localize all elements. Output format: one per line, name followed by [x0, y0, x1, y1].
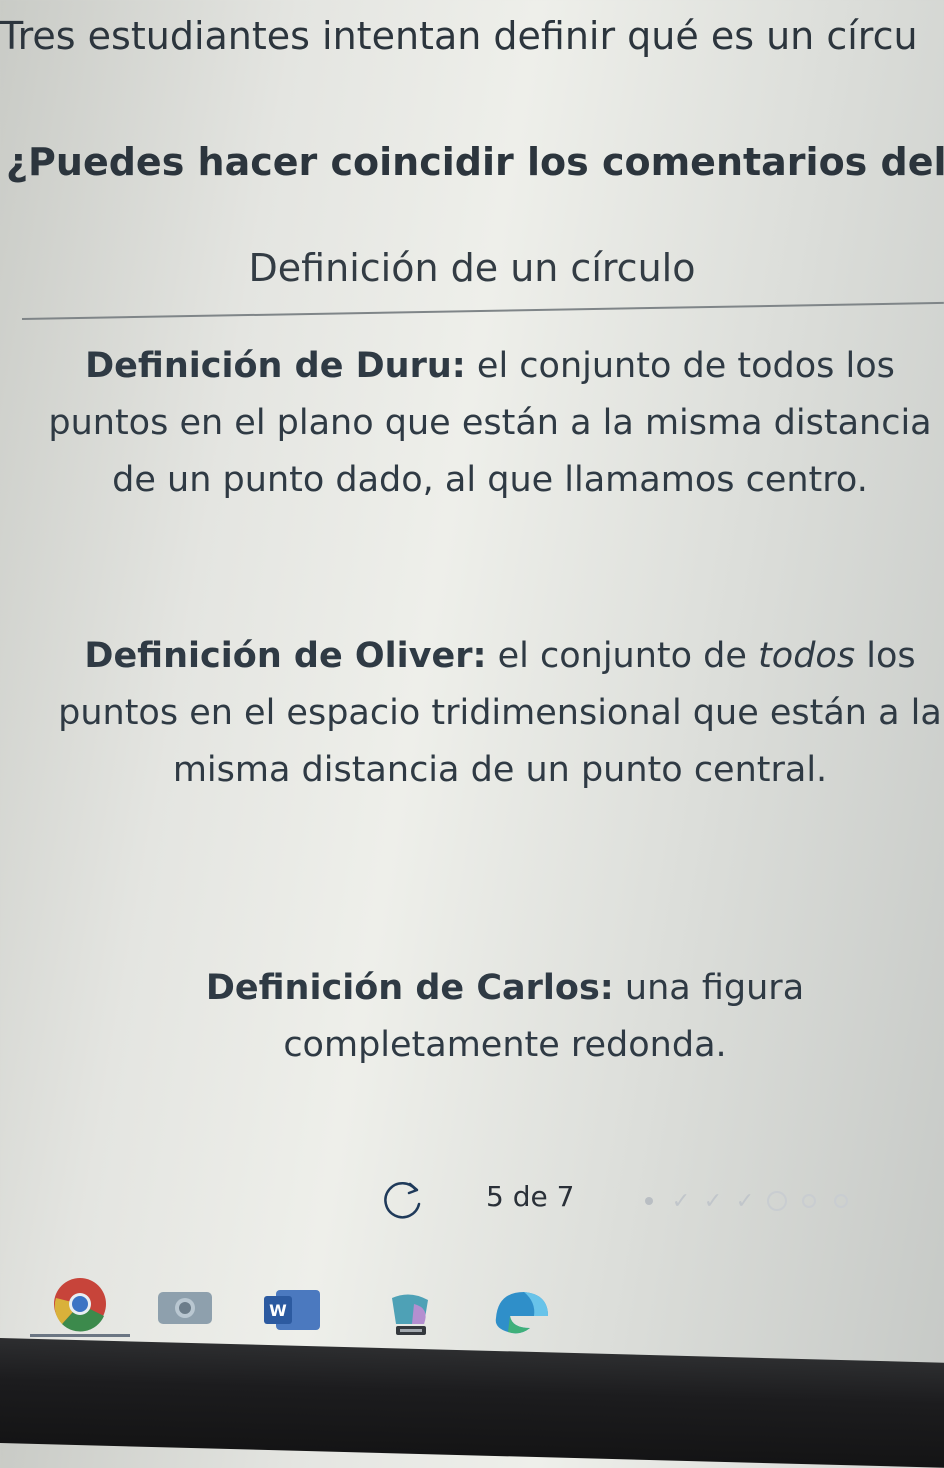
question-title: Tres estudiantes intentan definir qué es…	[0, 14, 918, 58]
section-heading: Definición de un círculo	[248, 246, 696, 290]
definition-card-carlos[interactable]: Definición de Carlos: una figura complet…	[130, 960, 880, 1074]
progress-dot-1[interactable]	[636, 1188, 662, 1214]
taskbar-background	[0, 1338, 944, 1468]
definition-text-emphasis: todos	[758, 636, 856, 676]
page-counter: 5 de 7	[486, 1180, 575, 1213]
taskbar: W	[0, 1260, 944, 1468]
pager: 5 de 7 ✓ ✓ ✓	[380, 1172, 900, 1232]
definition-author: Definición de Oliver:	[84, 636, 487, 676]
app-icon[interactable]	[384, 1290, 436, 1342]
progress-check-3[interactable]: ✓	[700, 1188, 726, 1214]
definition-text-start: el conjunto de	[497, 636, 747, 676]
definition-card-oliver[interactable]: Definición de Oliver: el conjunto de tod…	[50, 628, 944, 799]
active-app-indicator	[30, 1334, 130, 1337]
definition-card-duru[interactable]: Definición de Duru: el conjunto de todos…	[40, 338, 940, 509]
definition-author: Definición de Duru:	[85, 346, 466, 386]
edge-icon[interactable]	[490, 1288, 552, 1336]
definition-author: Definición de Carlos:	[205, 968, 614, 1008]
progress-current-5[interactable]	[764, 1188, 790, 1214]
reset-icon[interactable]	[380, 1178, 426, 1224]
progress-check-4[interactable]: ✓	[732, 1188, 758, 1214]
progress-indicator: ✓ ✓ ✓	[636, 1188, 854, 1214]
progress-dot-6[interactable]	[796, 1188, 822, 1214]
word-icon[interactable]: W	[262, 1286, 322, 1334]
progress-dot-7[interactable]	[828, 1188, 854, 1214]
question-prompt: ¿Puedes hacer coincidir los comentarios …	[6, 140, 944, 184]
chrome-icon[interactable]	[52, 1276, 108, 1332]
camera-icon[interactable]	[156, 1288, 214, 1328]
progress-check-2[interactable]: ✓	[668, 1188, 694, 1214]
section-divider	[21, 301, 944, 320]
svg-text:W: W	[269, 1301, 287, 1320]
